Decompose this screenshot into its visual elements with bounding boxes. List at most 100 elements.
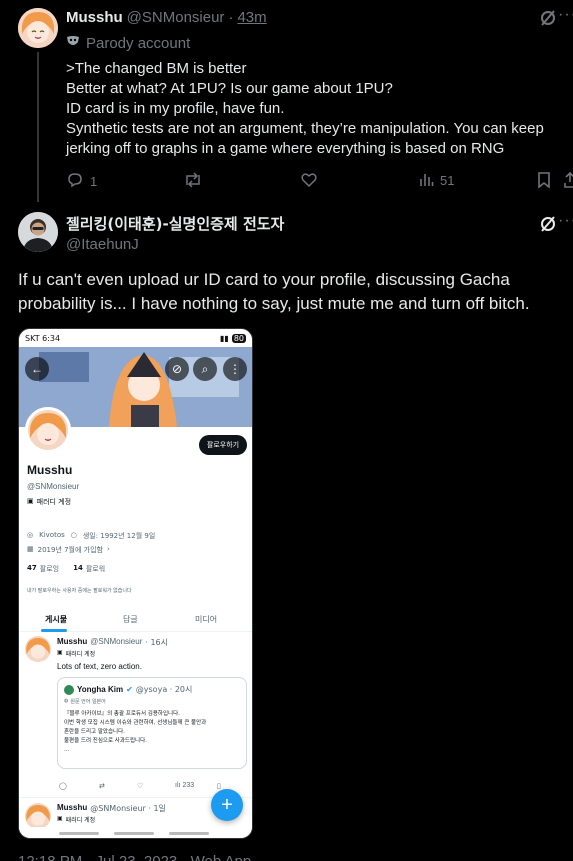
follow-button[interactable]: 팔로우하기 [199,435,247,455]
post-author-handle[interactable]: @SNMonsieur · 1일 [90,803,166,814]
thread-line [37,52,39,202]
quote-header: Yongha Kim ✔ @ysoya · 20시 [64,684,192,695]
back-button[interactable]: ← [25,357,49,381]
reply-icon [66,171,84,192]
quote-line: 혼란을 드리고 말았습니다. [64,729,125,735]
tweet-time[interactable]: 43m [237,9,266,26]
followed-by-note: 내가 팔로우하는 사용자 중에는 팔로워가 없습니다 [27,588,132,594]
follow-stats[interactable]: 47 팔로잉 14 팔로워 [27,564,105,574]
following-label: 팔로잉 [39,565,60,573]
avatar[interactable] [18,8,58,48]
reply-button[interactable]: 1 [66,171,97,192]
quote-author-handle[interactable]: @ysoya · 20시 [136,684,193,695]
like-button[interactable] [300,171,318,192]
more-icon[interactable]: ··· [558,6,573,24]
tweet-line: If u can't even upload ur ID card to you… [18,270,510,289]
parody-label: 패러디 계정 [65,651,96,658]
heart-icon [300,171,318,192]
profile-name: Musshu [27,463,73,477]
grok-icon[interactable]: ⊘ [165,357,189,381]
author-handle[interactable]: @SNMonsieur [127,9,225,26]
main-tweet-text: If u can't even upload ur ID card to you… [18,268,530,316]
profile-parody-badge: ▣ 패러디 계정 [27,497,71,507]
post-header: Musshu @SNMonsieur · 16시 [57,637,168,648]
status-left: SKT 6:34 [25,333,61,343]
profile-joined: ▦ 2019년 7월에 가입함 › [27,545,110,555]
avatar[interactable] [64,684,74,695]
grok-icon[interactable] [538,214,558,239]
avatar[interactable] [18,212,58,252]
tab-posts[interactable]: 게시물 [45,614,67,625]
view-count: 233 [182,782,195,789]
tweet-line: Better at what? At 1PU? Is our game abou… [66,80,393,97]
views-button[interactable]: 51 [418,171,454,190]
birthday: 생일: 1992년 12월 9일 [82,532,156,540]
compose-button[interactable]: + [211,789,243,821]
main-tweet-author: 젤리킹(이태훈)-실명인증제 전도자 @ItaehunJ [66,213,284,253]
quoted-post[interactable]: Yongha Kim ✔ @ysoya · 20시 ◍ 원문 언어 일본어 『블… [57,677,247,769]
post-text: Lots of text, zero action. [57,662,142,671]
parody-label: 패러디 계정 [36,498,72,506]
attached-image[interactable]: SKT 6:34 ▮▮ 80 ← ⊘ ⌕ ⋮ 팔로우하기 Musshu @SNM… [18,328,253,839]
signal-icon: ▮▮ [220,333,229,343]
quote-author-name[interactable]: Yongha Kim [77,685,123,694]
quote-line: 이번 학생 모집 시스템 이슈와 관련하여, 선생님들께 큰 불안과 [64,720,207,726]
mask-icon: ▣ [27,497,34,505]
mask-icon: ▣ [57,649,63,656]
status-right-group: ▮▮ 80 [220,333,246,343]
chevron-right-icon: › [106,545,110,553]
post-author-name[interactable]: Musshu [57,803,87,814]
bookmark-icon[interactable]: ▯ [217,782,221,790]
phone-status-bar: SKT 6:34 ▮▮ 80 [19,329,252,347]
calendar-icon: ▦ [27,545,34,553]
tweet-line: Synthetic tests are not an argument, the… [66,120,544,137]
more-icon[interactable]: ··· [558,212,573,230]
avatar[interactable] [25,636,51,662]
repost-button[interactable] [183,171,203,192]
tweet-timestamp[interactable]: 12:18 PM · Jul 23, 2023 · Web App [18,853,251,861]
view-count: 51 [440,173,455,188]
followers-label: 팔로워 [85,565,106,573]
quote-line: 『블루 아카이브』의 총괄 프로듀서 김용하입니다. [64,711,180,717]
battery-level: 80 [231,333,246,343]
globe-icon: ◍ [64,698,69,704]
post-parody-badge: ▣ 패러디 계정 [57,649,95,658]
share-icon[interactable] [564,171,573,194]
tweet-line: probability is... I have nothing to say,… [18,294,530,313]
profile-tabs: 게시물 답글 미디어 [19,608,252,632]
author-name[interactable]: Musshu [66,9,123,26]
views-icon: ılı [175,782,181,789]
post-author-name[interactable]: Musshu [57,637,87,648]
translate-note[interactable]: ◍ 원문 언어 일본어 [64,698,106,705]
quote-line: 불편을 드려 진심으로 사과드립니다. [64,738,147,744]
parody-label: 패러디 계정 [65,817,96,824]
search-icon[interactable]: ⌕ [193,357,217,381]
grok-icon[interactable] [538,8,558,33]
tweet-line: jerking off to graphs in a game where ev… [66,140,505,157]
post-author-handle[interactable]: @SNMonsieur [90,637,142,648]
author-name[interactable]: 젤리킹(이태훈)-실명인증제 전도자 [66,213,284,234]
avatar[interactable] [25,803,51,829]
translate-label: 원문 언어 일본어 [70,699,106,705]
tab-media[interactable]: 미디어 [195,614,217,625]
parody-label: Parody account [86,35,191,52]
tab-replies[interactable]: 답글 [123,614,138,625]
bookmark-icon[interactable] [536,171,552,194]
views-button[interactable]: ılı 233 [175,782,194,789]
author-handle[interactable]: @ItaehunJ [66,236,284,253]
post-header: Musshu @SNMonsieur · 1일 [57,803,166,814]
parent-tweet-text: >The changed BM is better Better at what… [66,59,566,159]
followers-count: 14 [73,564,83,572]
repost-icon [183,171,203,192]
phone-nav-bar [19,827,252,838]
location: Kivotos [39,531,65,539]
joined-date: 2019년 7월에 가입함 [37,546,103,554]
quote-text: 『블루 아카이브』의 총괄 프로듀서 김용하입니다. 이번 학생 모집 시스템 … [64,710,244,755]
more-vertical-icon[interactable]: ⋮ [223,357,247,381]
profile-avatar[interactable] [25,407,71,453]
reply-count: 1 [90,174,98,189]
repost-icon[interactable]: ⇄ [99,782,105,790]
location-icon: ◎ [27,531,34,539]
reply-icon[interactable]: ◯ [59,782,67,790]
heart-icon[interactable]: ♡ [137,782,143,790]
